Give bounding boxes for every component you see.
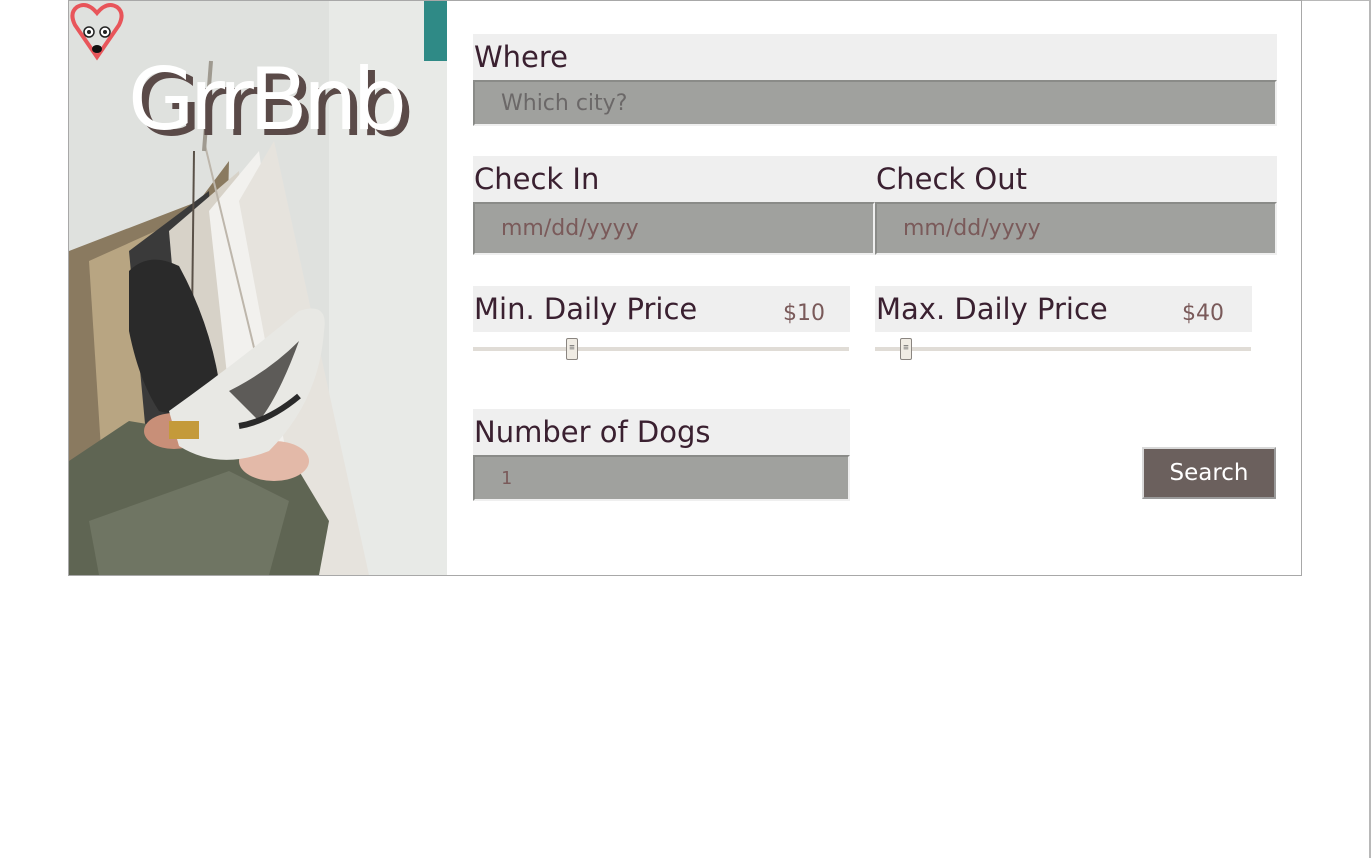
max-price-slider-track[interactable] — [875, 347, 1251, 351]
max-price-label-box: Max. Daily Price $40 — [875, 286, 1252, 332]
dogs-input[interactable]: 1 — [473, 455, 850, 501]
check-out-input[interactable]: mm/dd/yyyy — [875, 202, 1277, 255]
brand-title: GrrBnb — [128, 50, 407, 150]
min-price-label: Min. Daily Price — [474, 292, 698, 326]
min-price-slider-thumb[interactable]: ≡ — [566, 338, 578, 360]
dogs-label: Number of Dogs — [473, 409, 850, 456]
check-out-label: Check Out — [875, 156, 1277, 203]
check-in-label: Check In — [473, 156, 875, 203]
check-in-input[interactable]: mm/dd/yyyy — [473, 202, 875, 255]
search-card: GrrBnb Where Which city? Check In mm/dd/… — [68, 0, 1302, 576]
window-top-edge — [1301, 0, 1369, 1]
check-in-placeholder: mm/dd/yyyy — [501, 216, 639, 241]
hero-image: GrrBnb — [69, 1, 447, 575]
check-out-placeholder: mm/dd/yyyy — [903, 216, 1041, 241]
max-price-label: Max. Daily Price — [876, 292, 1108, 326]
where-input[interactable]: Which city? — [473, 80, 1277, 126]
where-placeholder: Which city? — [501, 90, 628, 116]
min-price-slider-track[interactable] — [473, 347, 849, 351]
dog-heart-logo-icon[interactable] — [69, 1, 125, 61]
min-price-value: $10 — [783, 301, 825, 326]
search-button[interactable]: Search — [1142, 447, 1276, 499]
max-price-slider-thumb[interactable]: ≡ — [900, 338, 912, 360]
where-label: Where — [473, 34, 1277, 81]
max-price-value: $40 — [1182, 301, 1224, 326]
min-price-label-box: Min. Daily Price $10 — [473, 286, 850, 332]
dogs-value: 1 — [501, 467, 512, 489]
